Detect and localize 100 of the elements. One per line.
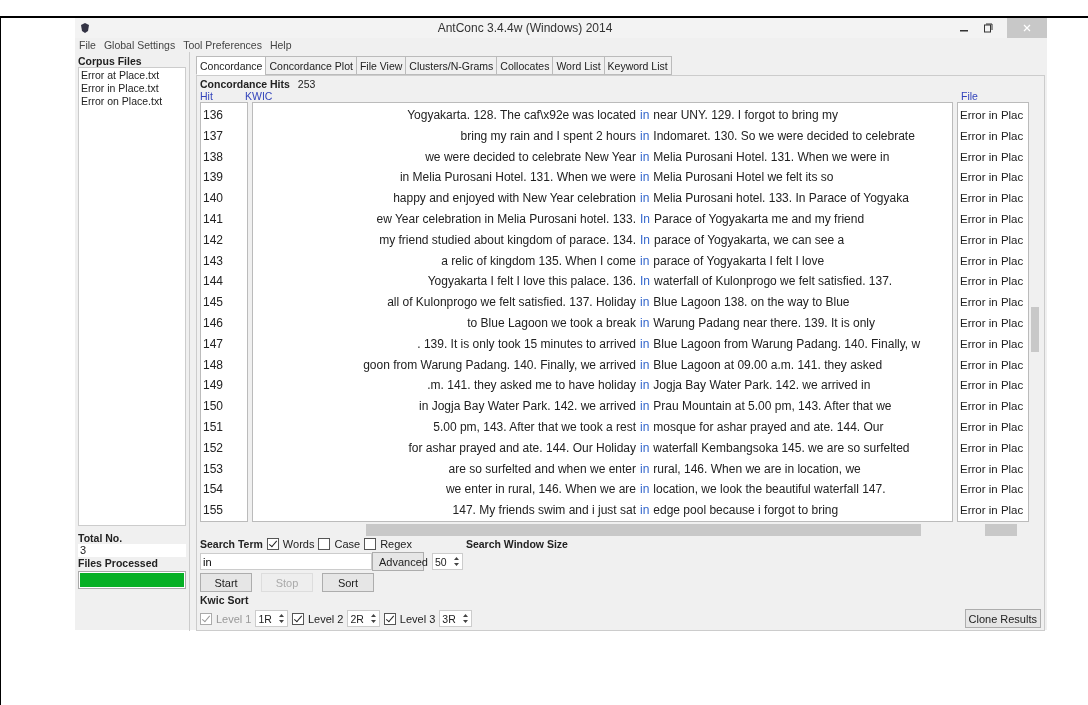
hit-number: 144 bbox=[203, 273, 225, 291]
keyword: in bbox=[640, 294, 650, 312]
hit-number: 153 bbox=[203, 460, 225, 478]
menu-item[interactable]: File bbox=[79, 39, 96, 51]
tab[interactable]: Word List bbox=[552, 56, 605, 75]
checkbox[interactable] bbox=[266, 538, 279, 550]
column-header[interactable]: Hit bbox=[200, 90, 245, 102]
file-name: Error in Plac bbox=[960, 419, 1025, 435]
level-spinner[interactable]: 2R bbox=[347, 610, 380, 627]
hit-number: 138 bbox=[203, 148, 225, 166]
menu-item[interactable]: Tool Preferences bbox=[183, 39, 262, 51]
left-context: Yogyakarta I felt I love this palace. 136. bbox=[426, 273, 636, 291]
file-name: Error in Plac bbox=[960, 336, 1025, 352]
tab[interactable]: Clusters/N-Grams bbox=[405, 56, 498, 75]
tab[interactable]: Concordance bbox=[196, 56, 267, 75]
corpus-file-item[interactable]: Error on Place.txt bbox=[81, 95, 183, 108]
tab[interactable]: File View bbox=[355, 56, 407, 75]
keyword: in bbox=[640, 148, 650, 166]
hit-number: 143 bbox=[203, 252, 225, 270]
file-name: Error in Plac bbox=[960, 108, 1025, 123]
window-size-spinner[interactable]: 50 bbox=[432, 553, 463, 570]
checkbox-label: Regex bbox=[380, 538, 412, 550]
right-context: rural, 146. When we are in location, we bbox=[653, 460, 861, 478]
file-name: Error in Plac bbox=[960, 357, 1025, 373]
file-name: Error in Plac bbox=[960, 191, 1025, 207]
corpus-file-item[interactable]: Error in Place.txt bbox=[81, 82, 183, 95]
tab[interactable]: Keyword List bbox=[603, 56, 672, 75]
left-context: to Blue Lagoon we took a break bbox=[466, 314, 636, 332]
keyword: in bbox=[640, 481, 650, 499]
right-context: Melia Purosani Hotel. 131. When we were in bbox=[653, 148, 890, 166]
keyword: in bbox=[640, 356, 650, 374]
right-context: Warung Padang near there. 139. It is only bbox=[653, 314, 876, 332]
left-context: happy and enjoyed with New Year celebration bbox=[392, 190, 636, 208]
keyword: in bbox=[640, 377, 650, 395]
right-context: parace of Yogyakarta I felt I love bbox=[653, 252, 825, 270]
checkbox[interactable] bbox=[383, 612, 396, 625]
search-term-field[interactable]: in bbox=[200, 553, 372, 570]
left-context: ew Year celebration in Melia Purosani hotel. 133. bbox=[375, 211, 636, 228]
file-name: Error in Plac bbox=[960, 440, 1025, 456]
tab[interactable]: Concordance Plot bbox=[265, 56, 357, 75]
checkbox-label: Words bbox=[282, 538, 315, 550]
file-name: Error in Plac bbox=[960, 149, 1025, 165]
total-label: Total No. bbox=[78, 532, 124, 544]
column-header[interactable]: File bbox=[961, 90, 1041, 102]
checkbox-label: Case bbox=[334, 538, 361, 550]
spin-arrows-icon[interactable] bbox=[369, 613, 377, 624]
right-context: Melia Purosani hotel. 133. In Parace of Yogyaka bbox=[653, 190, 909, 208]
hit-number: 152 bbox=[203, 439, 225, 457]
clone-results-button[interactable]: Clone Results bbox=[964, 609, 1041, 628]
hit-number: 146 bbox=[203, 314, 225, 332]
right-context: waterfall Kembangsoka 145. we are so surfelted bbox=[653, 439, 910, 457]
kwic-sort-label: Kwic Sort bbox=[200, 594, 250, 606]
keyword: in bbox=[640, 314, 650, 332]
left-context: are so surfelted and when we enter bbox=[447, 460, 636, 478]
keyword: In bbox=[640, 231, 650, 249]
checkbox[interactable] bbox=[291, 612, 304, 625]
keyword: in bbox=[640, 252, 650, 270]
right-context: Prau Mountain at 5.00 pm, 143. After that we bbox=[653, 398, 892, 416]
total-count: 3 bbox=[78, 544, 186, 557]
keyword: in bbox=[640, 460, 650, 478]
hit-number: 150 bbox=[203, 398, 225, 416]
hit-number: 145 bbox=[203, 294, 225, 312]
keyword: In bbox=[640, 211, 650, 228]
right-context: edge pool because i forgot to bring bbox=[653, 502, 839, 520]
level-spinner[interactable]: 3R bbox=[439, 610, 472, 627]
right-context: Melia Purosani Hotel we felt its so bbox=[653, 169, 834, 187]
file-name: Error in Plac bbox=[960, 378, 1025, 394]
checkbox[interactable] bbox=[364, 538, 377, 550]
close-icon bbox=[1022, 23, 1032, 33]
hit-number: 142 bbox=[203, 231, 225, 249]
spin-arrows-icon[interactable] bbox=[277, 613, 285, 624]
right-context: Blue Lagoon at 09.00 a.m. 141. they asked bbox=[653, 356, 883, 374]
hit-number: 155 bbox=[203, 502, 225, 520]
tab[interactable]: Collocates bbox=[496, 56, 554, 75]
right-context: parace of Yogyakarta, we can see a bbox=[654, 231, 845, 249]
right-context: waterfall of Kulonprogo we felt satisfied. 137. bbox=[654, 273, 893, 291]
spin-arrows-icon[interactable] bbox=[452, 556, 460, 567]
file-name: Error in Plac bbox=[960, 232, 1025, 248]
left-context: a relic of kingdom 135. When I come bbox=[440, 252, 636, 270]
menu-item[interactable]: Help bbox=[269, 39, 292, 51]
left-context: bring my rain and I spent 2 hours bbox=[459, 127, 636, 145]
right-context: Parace of Yogyakarta me and my friend bbox=[654, 211, 865, 228]
file-name: Error in Plac bbox=[960, 128, 1025, 144]
corpus-file-item[interactable]: Error at Place.txt bbox=[81, 69, 183, 82]
action-button[interactable]: Sort bbox=[322, 573, 374, 592]
menu-item[interactable]: Global Settings bbox=[103, 39, 176, 51]
checkbox[interactable] bbox=[318, 538, 331, 550]
hit-number: 147 bbox=[203, 335, 225, 353]
keyword: in bbox=[640, 169, 650, 187]
keyword: in bbox=[640, 335, 650, 353]
column-header[interactable]: KWIC bbox=[245, 90, 961, 102]
left-context: 147. My friends swim and i just sat bbox=[451, 502, 636, 520]
left-context: . 139. It is only took 15 minutes to arrived bbox=[416, 335, 636, 353]
left-context: my friend studied about kingdom of parace. 134. bbox=[378, 231, 636, 249]
keyword: in bbox=[640, 107, 650, 124]
concordance-hits-label: Concordance Hits bbox=[200, 78, 290, 90]
spin-arrows-icon[interactable] bbox=[461, 613, 469, 624]
right-context: Blue Lagoon 138. on the way to Blue bbox=[653, 294, 850, 312]
maximize-icon[interactable] bbox=[983, 23, 993, 33]
action-button[interactable]: Start bbox=[200, 573, 252, 592]
